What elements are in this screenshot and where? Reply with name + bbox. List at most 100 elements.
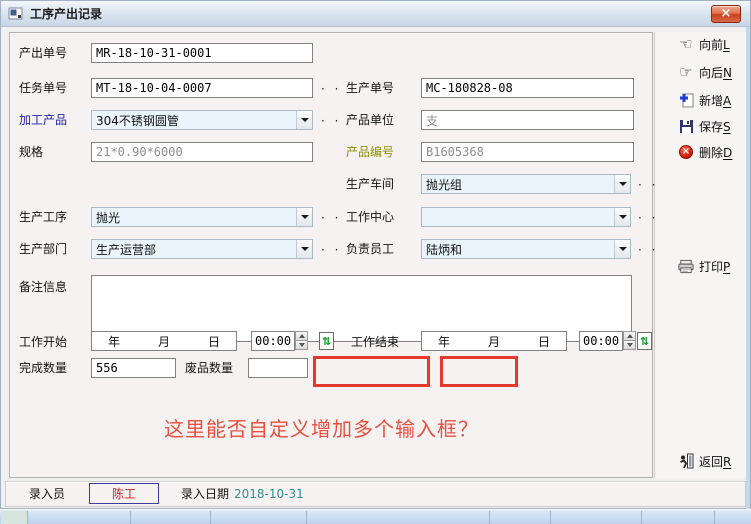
spec-label: 规格 [19,142,43,162]
workshop-value: 抛光组 [422,176,614,193]
employee-lookup-button[interactable]: · · [638,241,658,259]
work-start-time-spinner [295,331,308,351]
work-end-refresh-button[interactable]: ⇅ [637,332,652,350]
work-start-time-input[interactable] [251,331,295,351]
processed-product-label: 加工产品 [19,110,67,130]
employee-dropdown-button[interactable] [614,240,630,258]
button-label: 向前L [699,36,730,53]
exit-door-icon [678,453,694,469]
output-no-input[interactable] [91,43,313,63]
button-label: 向后N [699,64,732,81]
scrap-qty-input[interactable] [248,358,308,378]
employee-label: 负责员工 [346,239,394,259]
task-no-input[interactable] [91,78,313,98]
close-button[interactable]: × [711,5,741,23]
department-dropdown-button[interactable] [296,240,312,258]
work-end-date-input[interactable]: 年 月 日 [421,331,567,351]
output-no-label: 产出单号 [19,43,67,63]
workshop-select[interactable]: 抛光组 [421,174,631,194]
product-code-label: 产品编号 [346,142,394,162]
work-end-time-input[interactable] [579,331,623,351]
print-button[interactable]: 打印P [678,257,730,275]
title-bar: 工序产出记录 × [1,1,750,27]
save-button[interactable]: 保存S [678,117,731,135]
workshop-label: 生产车间 [346,174,394,194]
scrap-qty-label: 废品数量 [185,358,233,378]
date-day-placeholder: 日 [208,333,220,350]
printer-icon [678,258,694,274]
date-year-placeholder: 年 [108,333,120,350]
processed-product-value: 304不锈钢圆管 [92,112,296,129]
column-divider [714,511,715,524]
column-divider [641,511,642,524]
task-no-label: 任务单号 [19,78,67,98]
work-center-dropdown-button[interactable] [614,208,630,226]
operator-label: 录入员 [29,484,65,504]
task-no-lookup-button[interactable]: · · [321,80,341,98]
chevron-down-icon [301,215,309,219]
chevron-down-icon [619,182,627,186]
entry-date-label: 录入日期 [181,484,229,504]
finished-qty-label: 完成数量 [19,358,67,378]
screen: 工序产出记录 × 产出单号 任务单号 · · 生产单号 加工产品 304不锈钢圆… [0,0,751,524]
background-table-header [0,509,751,524]
process-dropdown-button[interactable] [296,208,312,226]
work-end-time-spinner [623,331,636,351]
delete-button[interactable]: × 删除D [678,143,732,161]
spinner-down-button[interactable] [623,340,636,350]
processed-product-lookup-button[interactable]: · · [321,112,341,130]
background-table-cell [1,511,27,524]
refresh-icon: ⇅ [640,335,649,348]
finished-qty-input[interactable] [91,358,176,378]
process-value: 抛光 [92,209,296,226]
chevron-down-icon [619,215,627,219]
work-start-date-input[interactable]: 年 月 日 [91,331,237,351]
return-button[interactable]: 返回R [678,452,731,470]
process-lookup-button[interactable]: · · [321,209,341,227]
work-center-label: 工作中心 [346,207,394,227]
annotation-box-2 [440,356,518,387]
product-unit-label: 产品单位 [346,110,394,130]
chevron-up-icon [627,334,633,338]
refresh-icon: ⇅ [322,335,331,348]
window-title: 工序产出记录 [30,5,102,22]
dialog-window: 工序产出记录 × 产出单号 任务单号 · · 生产单号 加工产品 304不锈钢圆… [0,0,751,509]
date-day-placeholder: 日 [538,333,550,350]
button-label: 新增A [699,92,731,109]
work-start-refresh-button[interactable]: ⇅ [319,332,334,350]
product-code-input[interactable] [421,142,634,162]
department-label: 生产部门 [19,239,67,259]
processed-product-dropdown-button[interactable] [296,111,312,129]
entry-date-value: 2018-10-31 [234,484,304,504]
spinner-down-button[interactable] [295,340,308,350]
nav-backward-button[interactable]: ☞ 向后N [678,63,732,81]
floppy-disk-icon [678,118,694,134]
department-lookup-button[interactable]: · · [321,241,341,259]
workshop-dropdown-button[interactable] [614,175,630,193]
department-select[interactable]: 生产运营部 [91,239,313,259]
work-center-lookup-button[interactable]: · · [638,209,658,227]
column-divider [489,511,490,524]
chevron-up-icon [299,334,305,338]
nav-forward-button[interactable]: ☜ 向前L [678,35,730,53]
new-record-button[interactable]: 新增A [678,91,731,109]
spec-input[interactable] [91,142,313,162]
window-right-border [746,27,750,510]
chevron-down-icon [627,343,633,347]
annotation-text: 这里能否自定义增加多个输入框？ [164,413,479,442]
chevron-down-icon [301,118,309,122]
processed-product-select[interactable]: 304不锈钢圆管 [91,110,313,130]
product-unit-input[interactable] [421,110,634,130]
production-no-input[interactable] [421,78,634,98]
button-label: 返回R [699,453,731,470]
chevron-down-icon [299,343,305,347]
operator-name-box[interactable]: 陈工 [89,483,159,504]
process-select[interactable]: 抛光 [91,207,313,227]
hand-left-icon: ☜ [678,36,694,52]
production-no-label: 生产单号 [346,78,394,98]
chevron-down-icon [301,247,309,251]
work-center-select[interactable] [421,207,631,227]
employee-select[interactable]: 陆炳和 [421,239,631,259]
column-divider [27,511,28,524]
workshop-lookup-button[interactable]: · · [638,176,658,194]
